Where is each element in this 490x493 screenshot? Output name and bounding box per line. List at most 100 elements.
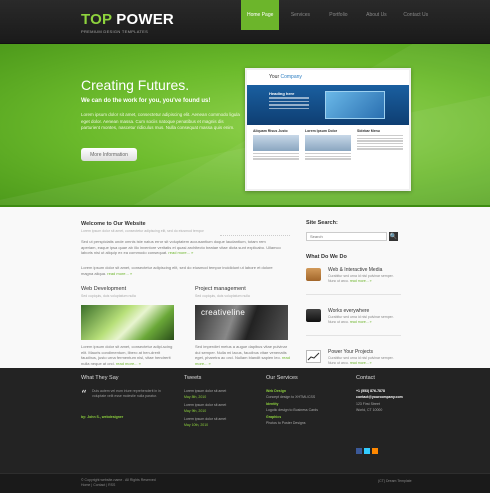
hero-title: Creating Futures. bbox=[81, 77, 190, 93]
mockup-lines bbox=[269, 97, 309, 115]
read-more-link[interactable]: read more... » bbox=[350, 320, 372, 324]
box-icon bbox=[306, 268, 321, 281]
footer-service-desc: Photos to Poster Designs bbox=[266, 421, 306, 425]
read-more-link[interactable]: read more... » bbox=[350, 361, 372, 365]
mockup-col-image bbox=[253, 135, 299, 151]
nav-contact[interactable]: Contact Us bbox=[397, 0, 434, 30]
hero-subtitle: We can do the work for you, you've found… bbox=[81, 98, 211, 104]
logo-top: TOP bbox=[81, 11, 112, 28]
logo-power: POWER bbox=[116, 11, 174, 28]
main-content: Welcome to Our Website Lorem ipsum dolor… bbox=[0, 207, 490, 368]
read-more-link[interactable]: read more... » bbox=[168, 250, 193, 255]
read-more-link[interactable]: read more... » bbox=[116, 361, 141, 366]
site-header: TOP POWER PREMIUM DESIGN TEMPLATES Home … bbox=[0, 0, 490, 44]
logo-text: TOP POWER bbox=[81, 11, 174, 28]
column-subtitle: Sed cupiquis, duis voluptatum nulla bbox=[81, 294, 136, 298]
service-title: Power Your Projects bbox=[328, 349, 374, 355]
contact-address: 123 First Street bbox=[356, 402, 380, 406]
web-development-title: Web Development bbox=[81, 286, 127, 292]
search-icon: 🔍 bbox=[389, 234, 398, 240]
service-text: Curabitur sed urna id nisl pulvinar semp… bbox=[328, 315, 400, 324]
mockup-columns: Aliquam Risus Justo Lorem Ipsum Dolor Si… bbox=[247, 125, 409, 165]
chart-icon-graphic bbox=[307, 352, 320, 361]
quote-icon: “ bbox=[81, 388, 87, 401]
mockup-banner: Heading here bbox=[247, 85, 409, 125]
mockup-header: Your Company bbox=[247, 70, 409, 83]
contact-phone: +1 (553) 876-7878 bbox=[356, 389, 385, 393]
mockup-brand: Your bbox=[269, 73, 280, 80]
what-they-say-title: What They Say bbox=[81, 375, 119, 381]
mockup-brand-company: Company bbox=[280, 73, 302, 80]
nav-services[interactable]: Services bbox=[283, 0, 317, 30]
web-development-image bbox=[81, 305, 174, 340]
welcome-title: Welcome to Our Website bbox=[81, 221, 146, 227]
main-nav: Home Page Services Portfolio About Us Co… bbox=[241, 0, 438, 30]
site-footer: What They Say “ Duis autem vel eum iriur… bbox=[0, 368, 490, 473]
twitter-icon[interactable] bbox=[364, 448, 370, 454]
chart-icon bbox=[306, 350, 321, 363]
facebook-icon[interactable] bbox=[356, 448, 362, 454]
tweet-date[interactable]: May 10th, 2010 bbox=[184, 423, 208, 427]
divider bbox=[220, 235, 290, 236]
copyright: © Copyright website-name . All Rights Re… bbox=[81, 478, 156, 488]
contact-title: Contact bbox=[356, 375, 375, 381]
mockup-banner-title: Heading here bbox=[269, 91, 295, 96]
column-text: Sed imperdiet metus a augue dapibus vita… bbox=[195, 344, 290, 366]
what-we-do-title: What Do We Do bbox=[306, 254, 347, 260]
nav-home[interactable]: Home Page bbox=[241, 0, 280, 30]
project-management-title: Project management bbox=[195, 286, 246, 292]
mockup-column: Sidebar Menu bbox=[357, 129, 403, 161]
footer-service-desc: Logotic design to Business Cards bbox=[266, 408, 318, 412]
service-title: Works everywhere bbox=[328, 308, 370, 314]
our-services-title: Our Services bbox=[266, 375, 298, 381]
column-body: Sed imperdiet metus a augue dapibus vita… bbox=[195, 344, 288, 360]
contact-email[interactable]: contact@yourcompany.com bbox=[356, 395, 403, 399]
contact-address: World, CT 10000 bbox=[356, 408, 383, 412]
footer-service-title[interactable]: Identity bbox=[266, 402, 278, 406]
footer-service-desc: Concept design to XHTML/CSS bbox=[266, 395, 316, 399]
image-caption: creativeline bbox=[201, 308, 246, 317]
tweet-date[interactable]: May 9th, 2010 bbox=[184, 409, 206, 413]
service-item: Works everywhere Curabitur sed urna id n… bbox=[306, 306, 401, 336]
column-text: Lorem ipsum dolor sit amet, consectetur … bbox=[81, 344, 176, 366]
welcome-paragraph: Lorem ipsum dolor sit amet, consectetur … bbox=[81, 265, 281, 276]
site-search-title: Site Search: bbox=[306, 220, 338, 226]
search-input[interactable] bbox=[306, 232, 387, 241]
logo[interactable]: TOP POWER PREMIUM DESIGN TEMPLATES bbox=[81, 11, 174, 34]
footer-service-title[interactable]: Web Design bbox=[266, 389, 286, 393]
nav-portfolio[interactable]: Portfolio bbox=[321, 0, 355, 30]
mockup-col-title: Aliquam Risus Justo bbox=[253, 129, 288, 133]
nav-about[interactable]: About Us bbox=[359, 0, 393, 30]
testimonial-author: by: John S., webdesigner bbox=[81, 415, 124, 419]
read-more-link[interactable]: read more... » bbox=[350, 279, 372, 283]
mockup-column: Aliquam Risus Justo bbox=[253, 129, 299, 161]
tweet-text: Lorem ipsum dolor sit amet bbox=[184, 403, 227, 407]
footer-links[interactable]: Home | Contact | RSS bbox=[81, 483, 156, 488]
mockup-col-title: Sidebar Menu bbox=[357, 129, 380, 133]
column-subtitle: Sed cupiquis, duis voluptatum nulla bbox=[195, 294, 250, 298]
service-text: Curabitur sed urna id nisl pulvinar semp… bbox=[328, 356, 400, 365]
mockup-column: Lorem Ipsum Dolor bbox=[305, 129, 351, 161]
logo-tagline: PREMIUM DESIGN TEMPLATES bbox=[81, 29, 149, 34]
hero-text: Lorem ipsum dolor sit amet, consectetur … bbox=[81, 112, 240, 130]
service-text: Curabitur sed urna id nisl pulvinar semp… bbox=[328, 274, 400, 283]
testimonial-quote: Duis autem vel eum iriure reprehenderit … bbox=[92, 389, 161, 398]
tweet-text: Lorem ipsum dolor sit amet bbox=[184, 389, 227, 393]
more-information-button[interactable]: More Information bbox=[81, 148, 137, 161]
tweet-text: Lorem ipsum dolor sit amet bbox=[184, 417, 227, 421]
social-links bbox=[356, 448, 378, 454]
tweets-title: Tweets bbox=[184, 375, 202, 381]
welcome-subtitle: Lorem ipsum dolor sit amet, consectetur … bbox=[81, 229, 204, 233]
tweet-date[interactable]: May 8th, 2010 bbox=[184, 395, 206, 399]
welcome-paragraph: Sed ut perspiciatis unde omnis iste natu… bbox=[81, 239, 281, 256]
briefcase-icon bbox=[306, 309, 321, 322]
hero-banner: Creating Futures. We can do the work for… bbox=[0, 44, 490, 207]
mockup-col-title: Lorem Ipsum Dolor bbox=[305, 129, 338, 133]
read-more-link[interactable]: read more... » bbox=[107, 271, 132, 276]
search-button[interactable]: 🔍 bbox=[389, 232, 398, 241]
project-management-image: creativeline bbox=[195, 305, 288, 340]
footer-service-title[interactable]: Graphics bbox=[266, 415, 281, 419]
service-title: Web & Interactive Media bbox=[328, 267, 383, 273]
template-credit[interactable]: (CT) Dream Template bbox=[378, 479, 412, 483]
rss-icon[interactable] bbox=[372, 448, 378, 454]
